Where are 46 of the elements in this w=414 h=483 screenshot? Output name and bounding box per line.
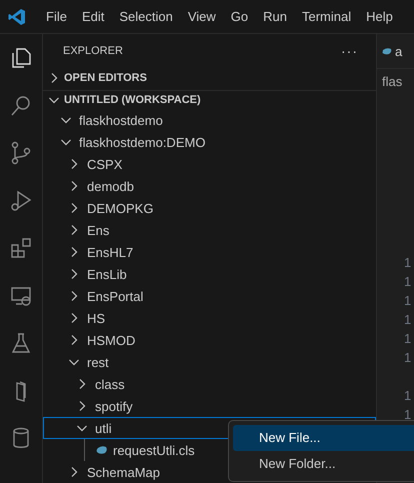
line-number: 1 — [404, 311, 412, 329]
line-number: 1 — [404, 330, 412, 348]
folder-row[interactable]: flaskhostdemo — [43, 109, 376, 131]
folder-row[interactable]: Ens — [43, 219, 376, 241]
run-debug-icon[interactable] — [9, 188, 33, 212]
file-icon — [382, 47, 392, 55]
editor-tab[interactable]: a — [377, 34, 414, 68]
folder-row[interactable]: DEMOPKG — [43, 197, 376, 219]
menu-item[interactable]: Terminal — [295, 9, 360, 24]
folder-row[interactable]: CSPX — [43, 153, 376, 175]
folder-row[interactable]: flaskhostdemo:DEMO — [43, 131, 376, 153]
menu-item[interactable]: New Folder... — [233, 451, 414, 477]
line-number: 1 — [404, 406, 412, 424]
menu-item[interactable]: View — [180, 9, 224, 24]
menu-item[interactable]: Selection — [112, 9, 181, 24]
section-header[interactable]: UNTITLED (WORKSPACE) — [64, 94, 201, 106]
breadcrumb[interactable]: flas — [377, 69, 414, 91]
folder-row[interactable]: demodb — [43, 175, 376, 197]
section-header[interactable]: OPEN EDITORS — [64, 72, 147, 84]
line-number: 1 — [404, 273, 412, 291]
more-actions-button[interactable]: ··· — [341, 42, 358, 58]
line-number: 1 — [404, 254, 412, 272]
menu-item[interactable]: Run — [256, 9, 295, 24]
folder-row[interactable]: HS — [43, 307, 376, 329]
app-logo-icon — [8, 8, 26, 26]
menu-item[interactable]: New File... — [233, 425, 414, 451]
menu-item[interactable]: Edit — [74, 9, 112, 24]
line-number: 1 — [404, 292, 412, 310]
menu-item[interactable]: Help — [359, 9, 401, 24]
extensions-icon[interactable] — [9, 236, 33, 260]
panel-title: EXPLORER — [63, 44, 123, 56]
flask-icon[interactable] — [9, 331, 33, 355]
source-control-icon[interactable] — [9, 141, 33, 165]
folder-row[interactable]: EnsPortal — [43, 285, 376, 307]
menu-item[interactable]: File — [39, 9, 75, 24]
line-number: 1 — [404, 387, 412, 405]
folder-row[interactable]: HSMOD — [43, 329, 376, 351]
folder-row[interactable]: EnsLib — [43, 263, 376, 285]
file-icon — [96, 445, 108, 455]
menu-item[interactable]: Go — [224, 9, 256, 24]
folder-row[interactable]: class — [43, 373, 376, 395]
folder-row[interactable]: spotify — [43, 395, 376, 417]
tab-label[interactable]: a — [395, 44, 402, 58]
folder-row[interactable]: rest — [43, 351, 376, 373]
line-number: 1 — [404, 349, 412, 367]
folder-row[interactable]: EnsHL7 — [43, 241, 376, 263]
